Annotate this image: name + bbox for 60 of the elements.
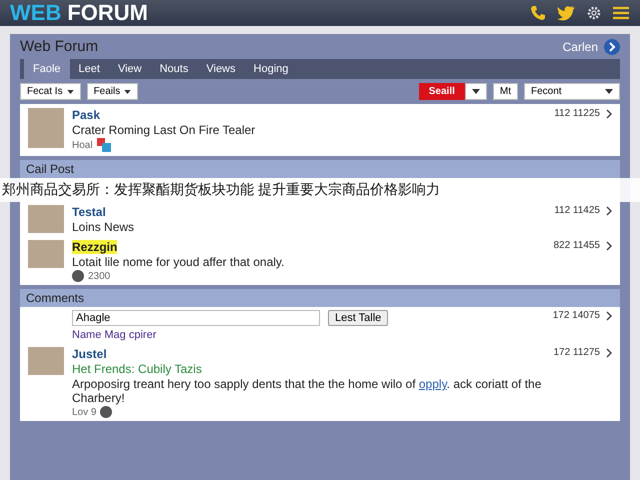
- settings-icon[interactable]: [586, 5, 602, 21]
- tab[interactable]: Views: [197, 59, 245, 79]
- caret-icon: [66, 90, 74, 94]
- avatar-icon: [100, 406, 112, 418]
- news-banner: 郑州商品交易所：发挥聚酯期货板块功能 提升重要大宗商品价格影响力: [0, 178, 640, 202]
- post-text: Loins News: [72, 220, 136, 234]
- avatar-placeholder: [28, 108, 64, 148]
- author-name[interactable]: Rezzgin: [72, 240, 118, 254]
- avatar-placeholder: [28, 205, 64, 233]
- post-date: 112 11425: [554, 205, 600, 216]
- filter-dropdown[interactable]: Fecat Is: [20, 83, 81, 100]
- caret-icon: [124, 90, 132, 94]
- post-text: Lotait lile nome for youd affer that onaly.: [72, 255, 286, 269]
- menu-icon[interactable]: [612, 6, 630, 20]
- author-name[interactable]: Justel: [72, 347, 107, 361]
- tab[interactable]: Nouts: [150, 59, 198, 79]
- caret-button[interactable]: [464, 83, 487, 100]
- submit-button[interactable]: Lest Talle: [328, 310, 388, 326]
- avatar-placeholder: [28, 347, 64, 375]
- phone-icon[interactable]: [530, 5, 546, 21]
- chevron-icon[interactable]: [606, 206, 612, 216]
- logo-text: WEB: [10, 0, 62, 26]
- chevron-icon[interactable]: [606, 348, 612, 358]
- tab[interactable]: Leet: [70, 59, 109, 79]
- post-date: 112 11225: [554, 108, 600, 119]
- tab[interactable]: Faole: [24, 59, 70, 79]
- chevron-icon[interactable]: [606, 108, 612, 118]
- tab[interactable]: Hoging: [244, 59, 298, 79]
- caret-icon: [472, 89, 480, 94]
- comment-input[interactable]: Ahagle: [72, 310, 320, 326]
- chevron-icon[interactable]: [606, 240, 612, 250]
- filter-button[interactable]: Mt: [492, 83, 518, 100]
- post-meta: 2300: [88, 270, 110, 282]
- user-name[interactable]: Carlen: [562, 40, 598, 54]
- comment-subject: Het Frends: Cubily Tazis: [72, 362, 203, 376]
- badge-icon: [96, 138, 111, 152]
- post-date: 172 11275: [553, 347, 600, 358]
- comment-text: Arpoposirg treant hery too sapply dents that the the home wilo of opply. ack coriatt of the Charbery!: [72, 377, 542, 405]
- author-name[interactable]: Pask: [72, 108, 100, 122]
- author-name[interactable]: Testal: [72, 205, 106, 219]
- logo-text: FORUM: [67, 0, 148, 26]
- forum-title: Web Forum: [20, 38, 98, 55]
- avatar-icon: [72, 270, 84, 282]
- tab[interactable]: View: [108, 59, 151, 79]
- sort-dropdown[interactable]: Fecont: [524, 83, 620, 100]
- post-meta: Hoal: [72, 140, 93, 150]
- bird-icon[interactable]: [556, 5, 576, 21]
- section-title: Comments: [26, 291, 84, 305]
- avatar-placeholder: [28, 240, 64, 268]
- comment-link[interactable]: Name Mag cpirer: [72, 329, 156, 341]
- inline-link[interactable]: opply: [418, 377, 447, 391]
- search-button[interactable]: Seaill: [418, 83, 465, 100]
- post-meta: Lov 9: [72, 406, 96, 418]
- filter-dropdown[interactable]: Feails: [86, 83, 138, 100]
- chevron-icon[interactable]: [606, 310, 612, 320]
- post-title: Crater Roming Last On Fire Tealer: [72, 123, 256, 137]
- caret-icon: [605, 89, 613, 94]
- post-date: 172 14075: [552, 310, 600, 321]
- post-date: 822 11455: [553, 240, 600, 251]
- section-title: Cail Post: [26, 162, 74, 176]
